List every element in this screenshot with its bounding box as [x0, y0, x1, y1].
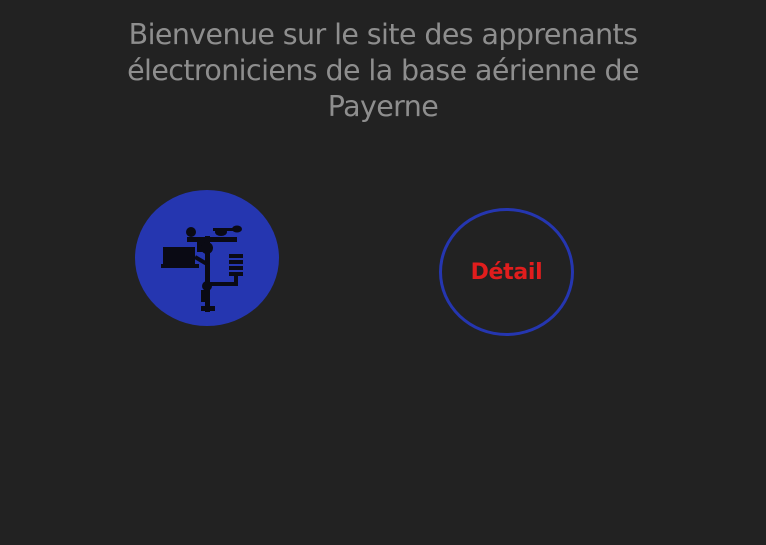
detail-button[interactable]: Détail [439, 208, 574, 336]
detail-button-label: Détail [470, 259, 543, 285]
page-title: Bienvenue sur le site des apprenants éle… [127, 18, 639, 123]
weather-station-icon [161, 225, 243, 312]
weather-station-logo [135, 190, 279, 326]
